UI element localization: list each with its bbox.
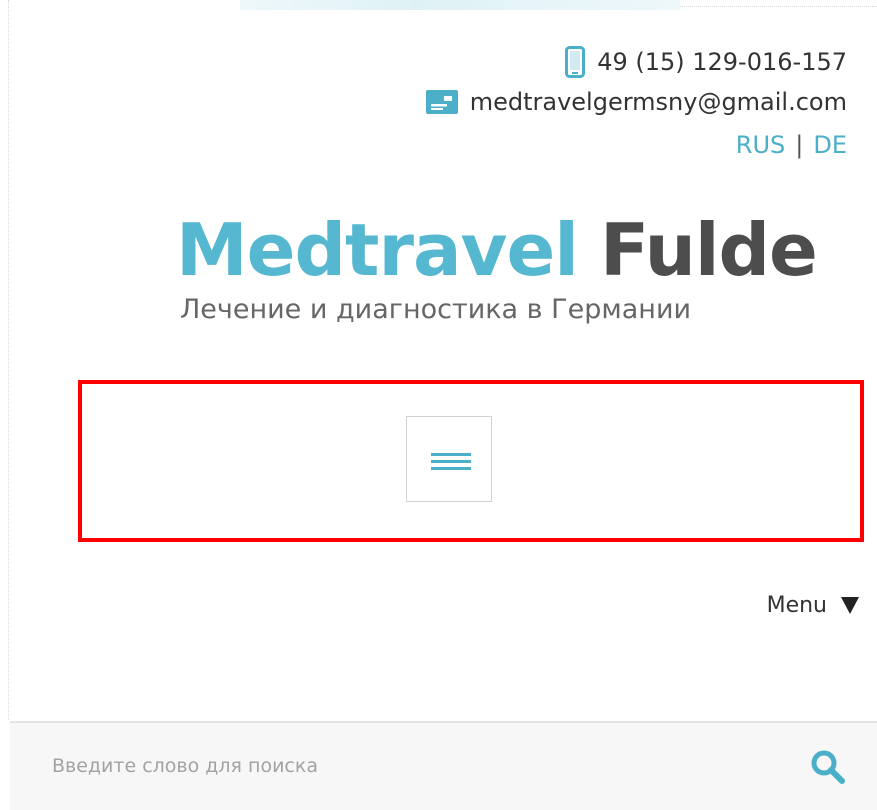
phone-icon	[565, 46, 586, 78]
logo-text-fulde: Fulde	[599, 208, 818, 292]
phone-contact[interactable]: 49 (15) 129-016-157	[565, 46, 847, 78]
top-divider	[680, 6, 877, 7]
lang-de-link[interactable]: DE	[813, 131, 847, 159]
site-logo[interactable]: Medtravel Fulde	[176, 214, 818, 286]
header-decoration	[240, 0, 680, 10]
hamburger-icon-line	[431, 460, 471, 463]
menu-label: Menu	[766, 593, 827, 618]
search-input[interactable]	[50, 745, 754, 787]
search-icon[interactable]	[808, 747, 848, 787]
lang-separator: |	[795, 131, 804, 159]
site-tagline: Лечение и диагностика в Германии	[180, 294, 692, 325]
page: 49 (15) 129-016-157 medtravelgermsny@gma…	[0, 0, 877, 810]
logo-text-medtravel: Medtravel	[176, 208, 579, 292]
hamburger-menu-button[interactable]	[406, 416, 492, 502]
email-address: medtravelgermsny@gmail.com	[469, 88, 847, 116]
lang-rus-link[interactable]: RUS	[736, 131, 785, 159]
search-bar	[10, 721, 877, 810]
left-divider	[8, 0, 9, 720]
hamburger-icon-line	[431, 467, 471, 470]
menu-toggle[interactable]: Menu	[767, 593, 859, 618]
triangle-down-icon	[841, 597, 859, 614]
phone-number: 49 (15) 129-016-157	[597, 48, 847, 76]
hamburger-icon	[431, 453, 471, 456]
mail-icon	[425, 90, 458, 114]
email-contact[interactable]: medtravelgermsny@gmail.com	[425, 88, 847, 116]
language-switcher: RUS | DE	[736, 131, 847, 159]
